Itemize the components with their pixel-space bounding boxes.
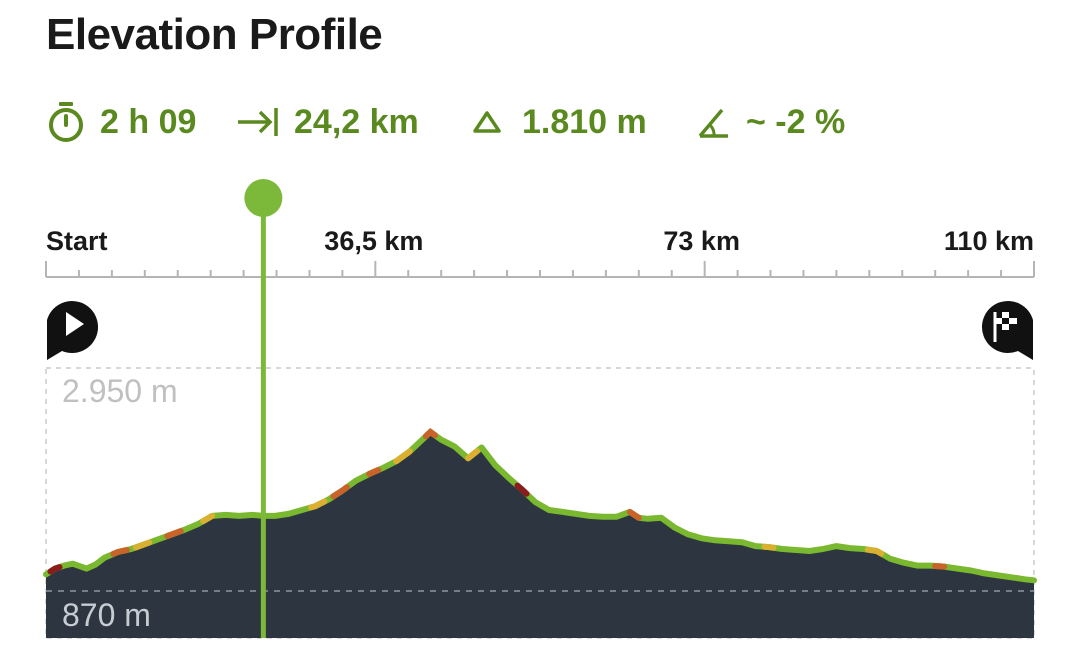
stat-ascent-value: 1.810 m	[522, 102, 647, 141]
stat-duration-value: 2 h 09	[100, 102, 197, 141]
max-elevation-label: 2.950 m	[62, 373, 178, 409]
stat-distance-value: 24,2 km	[294, 102, 419, 141]
slope-angle-icon	[698, 108, 728, 138]
stats-row: 2 h 09 24,2 km 1.810 m ~ -2 %	[46, 96, 1036, 148]
stat-gradient-value: ~ -2 %	[746, 102, 846, 141]
start-marker[interactable]	[47, 301, 99, 360]
elevation-chart[interactable]: Start 36,5 km 73 km 110 km 2.950 m 870 m	[0, 170, 1080, 646]
stopwatch-icon	[49, 102, 83, 142]
stat-ascent: 1.810 m	[472, 96, 647, 148]
steep-segment-high	[422, 427, 438, 440]
distance-axis: Start 36,5 km 73 km 110 km	[45, 226, 1035, 278]
steep-segment-moderate	[761, 543, 777, 551]
steep-segment-moderate	[864, 546, 885, 557]
steep-segment-high	[110, 547, 130, 557]
elevation-area	[46, 431, 1034, 638]
finish-marker[interactable]	[981, 301, 1033, 360]
page-title: Elevation Profile	[46, 10, 383, 59]
triangle-ascent-icon	[473, 111, 501, 133]
stat-duration: 2 h 09	[46, 96, 196, 148]
cursor-handle[interactable]	[244, 179, 283, 217]
stat-gradient: ~ -2 %	[696, 96, 845, 148]
axis-tick-label: 36,5 km	[324, 226, 423, 256]
steep-segment-high	[932, 563, 948, 570]
axis-tick-label: 110 km	[944, 226, 1034, 256]
axis-tick-label: Start	[46, 226, 108, 256]
steep-segment-high	[366, 467, 382, 477]
distance-arrow-icon	[238, 108, 278, 136]
axis-tick-label: 73 km	[663, 226, 740, 256]
stat-distance: 24,2 km	[236, 96, 419, 148]
min-elevation-label: 870 m	[62, 597, 151, 633]
finish-flag-icon	[981, 301, 1033, 360]
